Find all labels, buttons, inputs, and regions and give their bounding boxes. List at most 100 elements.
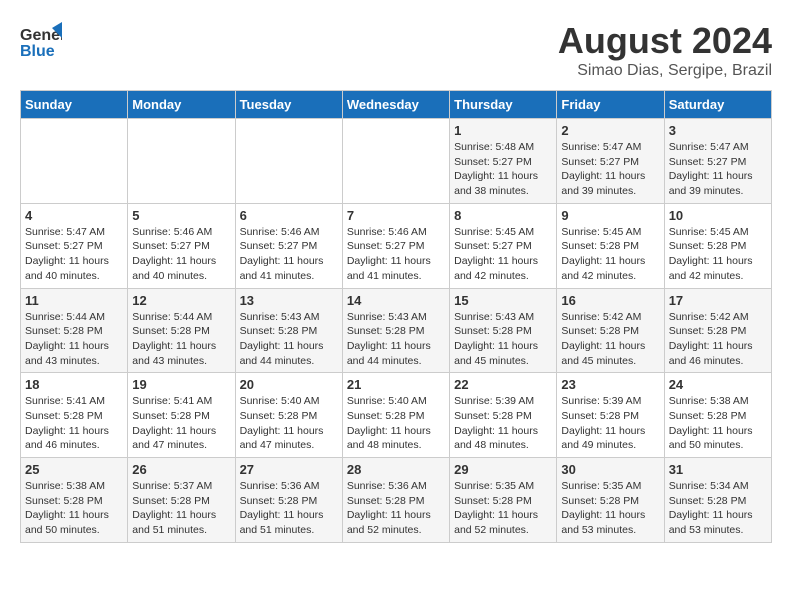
day-info: Sunrise: 5:46 AM Sunset: 5:27 PM Dayligh… [240,225,338,284]
calendar-day-cell [21,119,128,204]
calendar-day-cell: 11Sunrise: 5:44 AM Sunset: 5:28 PM Dayli… [21,288,128,373]
day-number: 17 [669,293,767,308]
calendar-day-cell: 24 Sunrise: 5:38 AM Sunset: 5:28 PM Dayli… [664,373,771,458]
calendar-day-cell: 9 Sunrise: 5:45 AM Sunset: 5:28 PM Daylig… [557,203,664,288]
day-info: Sunrise: 5:38 AM Sunset: 5:28 PM Dayligh… [669,394,767,453]
day-info: Sunrise: 5:46 AM Sunset: 5:27 PM Dayligh… [132,225,230,284]
day-number: 30 [561,462,659,477]
day-info: Sunrise: 5:42 AM Sunset: 5:28 PM Dayligh… [669,310,767,369]
day-number: 5 [132,208,230,223]
day-info: Sunrise: 5:39 AM Sunset: 5:28 PM Dayligh… [454,394,552,453]
calendar-day-cell: 29 Sunrise: 5:35 AM Sunset: 5:28 PM Dayli… [450,458,557,543]
day-info: Sunrise: 5:45 AM Sunset: 5:28 PM Dayligh… [669,225,767,284]
calendar-day-cell: 8Sunrise: 5:45 AM Sunset: 5:27 PM Daylig… [450,203,557,288]
day-info: Sunrise: 5:38 AM Sunset: 5:28 PM Dayligh… [25,479,123,538]
day-number: 12 [132,293,230,308]
calendar-week-row: 1 Sunrise: 5:48 AM Sunset: 5:27 PM Daylig… [21,119,772,204]
day-info: Sunrise: 5:41 AM Sunset: 5:28 PM Dayligh… [25,394,123,453]
day-number: 21 [347,377,445,392]
location-subtitle: Simao Dias, Sergipe, Brazil [558,62,772,80]
day-info: Sunrise: 5:47 AM Sunset: 5:27 PM Dayligh… [669,140,767,199]
weekday-header-row: SundayMondayTuesdayWednesdayThursdayFrid… [21,91,772,119]
calendar-day-cell: 5 Sunrise: 5:46 AM Sunset: 5:27 PM Daylig… [128,203,235,288]
day-number: 23 [561,377,659,392]
day-number: 15 [454,293,552,308]
calendar-day-cell: 4Sunrise: 5:47 AM Sunset: 5:27 PM Daylig… [21,203,128,288]
day-number: 24 [669,377,767,392]
calendar-body: 1 Sunrise: 5:48 AM Sunset: 5:27 PM Daylig… [21,119,772,543]
month-title: August 2024 [558,20,772,62]
day-info: Sunrise: 5:43 AM Sunset: 5:28 PM Dayligh… [347,310,445,369]
calendar-day-cell [235,119,342,204]
weekday-header-cell: Monday [128,91,235,119]
page-header: General Blue August 2024 Simao Dias, Ser… [20,20,772,80]
day-info: Sunrise: 5:40 AM Sunset: 5:28 PM Dayligh… [347,394,445,453]
day-info: Sunrise: 5:40 AM Sunset: 5:28 PM Dayligh… [240,394,338,453]
day-info: Sunrise: 5:34 AM Sunset: 5:28 PM Dayligh… [669,479,767,538]
title-block: August 2024 Simao Dias, Sergipe, Brazil [558,20,772,80]
day-info: Sunrise: 5:48 AM Sunset: 5:27 PM Dayligh… [454,140,552,199]
day-number: 16 [561,293,659,308]
calendar-day-cell: 17 Sunrise: 5:42 AM Sunset: 5:28 PM Dayli… [664,288,771,373]
calendar-day-cell: 21 Sunrise: 5:40 AM Sunset: 5:28 PM Dayli… [342,373,449,458]
day-info: Sunrise: 5:46 AM Sunset: 5:27 PM Dayligh… [347,225,445,284]
weekday-header-cell: Tuesday [235,91,342,119]
day-number: 20 [240,377,338,392]
day-info: Sunrise: 5:37 AM Sunset: 5:28 PM Dayligh… [132,479,230,538]
calendar-day-cell: 13Sunrise: 5:43 AM Sunset: 5:28 PM Dayli… [235,288,342,373]
calendar-day-cell: 12 Sunrise: 5:44 AM Sunset: 5:28 PM Dayli… [128,288,235,373]
day-info: Sunrise: 5:42 AM Sunset: 5:28 PM Dayligh… [561,310,659,369]
day-info: Sunrise: 5:45 AM Sunset: 5:28 PM Dayligh… [561,225,659,284]
day-number: 22 [454,377,552,392]
calendar-day-cell: 15Sunrise: 5:43 AM Sunset: 5:28 PM Dayli… [450,288,557,373]
day-info: Sunrise: 5:36 AM Sunset: 5:28 PM Dayligh… [240,479,338,538]
calendar-day-cell: 2Sunrise: 5:47 AM Sunset: 5:27 PM Daylig… [557,119,664,204]
day-number: 29 [454,462,552,477]
day-number: 31 [669,462,767,477]
day-info: Sunrise: 5:35 AM Sunset: 5:28 PM Dayligh… [454,479,552,538]
day-number: 6 [240,208,338,223]
day-number: 19 [132,377,230,392]
calendar-day-cell: 6 Sunrise: 5:46 AM Sunset: 5:27 PM Daylig… [235,203,342,288]
calendar-day-cell: 18 Sunrise: 5:41 AM Sunset: 5:28 PM Dayli… [21,373,128,458]
calendar-day-cell [128,119,235,204]
day-number: 1 [454,123,552,138]
day-info: Sunrise: 5:41 AM Sunset: 5:28 PM Dayligh… [132,394,230,453]
weekday-header-cell: Friday [557,91,664,119]
calendar-day-cell: 23Sunrise: 5:39 AM Sunset: 5:28 PM Dayli… [557,373,664,458]
calendar-day-cell: 31 Sunrise: 5:34 AM Sunset: 5:28 PM Dayli… [664,458,771,543]
calendar-table: SundayMondayTuesdayWednesdayThursdayFrid… [20,90,772,543]
day-number: 18 [25,377,123,392]
calendar-day-cell: 10 Sunrise: 5:45 AM Sunset: 5:28 PM Dayli… [664,203,771,288]
day-number: 27 [240,462,338,477]
day-info: Sunrise: 5:36 AM Sunset: 5:28 PM Dayligh… [347,479,445,538]
calendar-day-cell: 25 Sunrise: 5:38 AM Sunset: 5:28 PM Dayli… [21,458,128,543]
calendar-day-cell: 22 Sunrise: 5:39 AM Sunset: 5:28 PM Dayli… [450,373,557,458]
calendar-week-row: 11Sunrise: 5:44 AM Sunset: 5:28 PM Dayli… [21,288,772,373]
calendar-day-cell: 14 Sunrise: 5:43 AM Sunset: 5:28 PM Dayli… [342,288,449,373]
day-number: 4 [25,208,123,223]
calendar-day-cell: 30 Sunrise: 5:35 AM Sunset: 5:28 PM Dayli… [557,458,664,543]
day-info: Sunrise: 5:43 AM Sunset: 5:28 PM Dayligh… [240,310,338,369]
day-info: Sunrise: 5:35 AM Sunset: 5:28 PM Dayligh… [561,479,659,538]
calendar-day-cell: 20 Sunrise: 5:40 AM Sunset: 5:28 PM Dayli… [235,373,342,458]
day-number: 26 [132,462,230,477]
calendar-week-row: 25 Sunrise: 5:38 AM Sunset: 5:28 PM Dayli… [21,458,772,543]
svg-text:Blue: Blue [20,43,55,60]
day-number: 8 [454,208,552,223]
day-number: 9 [561,208,659,223]
day-number: 28 [347,462,445,477]
calendar-day-cell: 1 Sunrise: 5:48 AM Sunset: 5:27 PM Daylig… [450,119,557,204]
day-number: 25 [25,462,123,477]
day-number: 3 [669,123,767,138]
calendar-week-row: 4Sunrise: 5:47 AM Sunset: 5:27 PM Daylig… [21,203,772,288]
weekday-header-cell: Thursday [450,91,557,119]
weekday-header-cell: Saturday [664,91,771,119]
calendar-day-cell: 19 Sunrise: 5:41 AM Sunset: 5:28 PM Dayli… [128,373,235,458]
weekday-header-cell: Wednesday [342,91,449,119]
weekday-header-cell: Sunday [21,91,128,119]
day-info: Sunrise: 5:44 AM Sunset: 5:28 PM Dayligh… [132,310,230,369]
day-number: 10 [669,208,767,223]
day-number: 7 [347,208,445,223]
day-number: 14 [347,293,445,308]
